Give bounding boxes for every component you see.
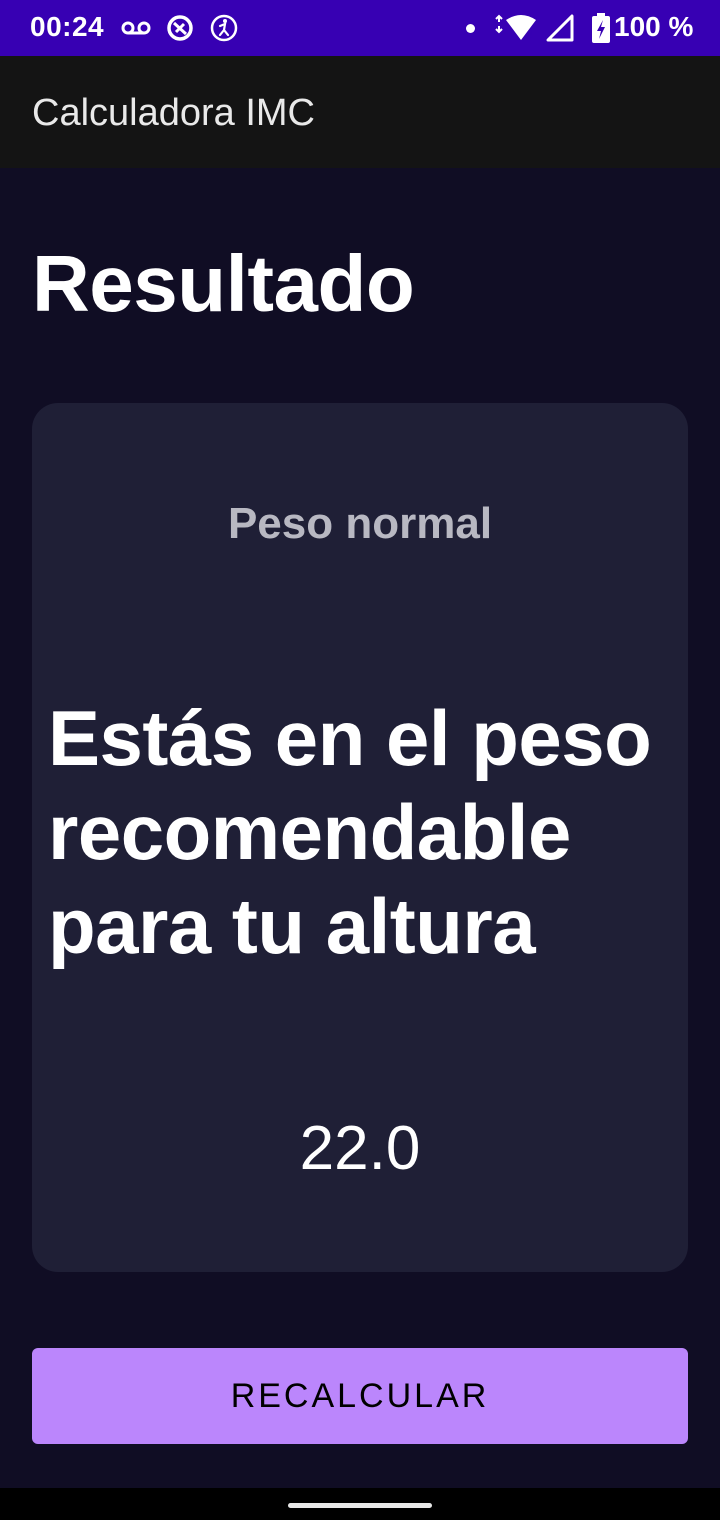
battery-percent: 100 % xyxy=(614,11,694,42)
signal-icon xyxy=(546,14,574,42)
bmi-value: 22.0 xyxy=(299,1114,421,1183)
status-time: 00:24 xyxy=(30,11,105,42)
battery-charging-icon xyxy=(592,13,610,43)
app-bar: Calculadora IMC xyxy=(0,56,720,168)
wifi-icon: 4 xyxy=(495,14,536,41)
result-card: Peso normal Estás en el peso recomendabl… xyxy=(32,403,688,1272)
notification-dot-icon xyxy=(466,24,475,33)
recalculate-button[interactable]: RECALCULAR xyxy=(32,1348,688,1444)
accessibility-icon xyxy=(210,14,238,42)
svg-text:4: 4 xyxy=(527,30,533,41)
result-description: Estás en el peso recomendable para tu al… xyxy=(48,694,652,970)
home-gesture-handle[interactable] xyxy=(288,1503,432,1508)
voicemail-icon xyxy=(121,21,151,35)
status-bar: 00:24 4 100 % xyxy=(0,0,720,56)
result-category: Peso normal xyxy=(227,499,493,548)
page-title: Resultado xyxy=(32,239,415,328)
app-title: Calculadora IMC xyxy=(32,92,315,134)
navigation-bar xyxy=(0,1488,720,1520)
data-saver-icon xyxy=(167,15,193,41)
